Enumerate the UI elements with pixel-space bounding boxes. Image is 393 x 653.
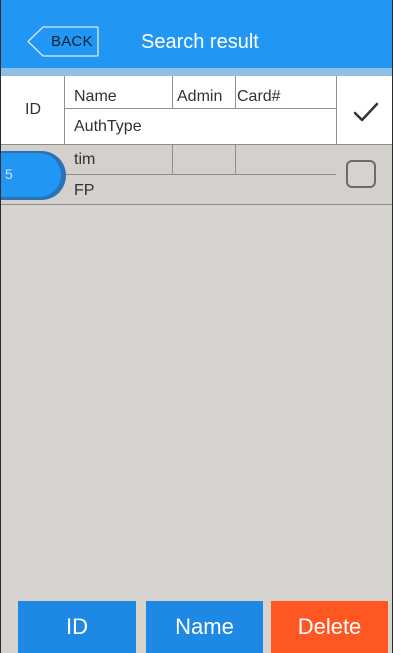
- table-row[interactable]: 5 tim FP: [1, 145, 392, 205]
- column-header-admin: Admin: [177, 88, 223, 105]
- table-divider: [235, 145, 236, 174]
- row-select-checkbox[interactable]: [346, 160, 376, 188]
- delete-button[interactable]: Delete: [271, 601, 388, 653]
- user-id-value: 5: [5, 166, 13, 182]
- table-divider: [336, 76, 337, 144]
- table-divider: [172, 145, 173, 174]
- table-divider: [64, 76, 65, 144]
- select-all-check-icon[interactable]: [353, 101, 379, 123]
- sort-by-id-button[interactable]: ID: [18, 601, 136, 653]
- top-app-bar: BACK Search result: [1, 0, 392, 68]
- back-button-label: BACK: [51, 33, 93, 50]
- header-divider: [1, 68, 392, 76]
- sort-by-name-button[interactable]: Name: [146, 601, 263, 653]
- user-authtype-cell: FP: [74, 182, 95, 199]
- bottom-action-bar: ID Name Delete: [1, 601, 392, 653]
- search-result-screen: BACK Search result ID Name Admin Card# A…: [0, 0, 393, 653]
- column-header-authtype: AuthType: [74, 118, 142, 135]
- table-divider: [64, 174, 336, 175]
- table-divider: [235, 76, 236, 108]
- column-header-id: ID: [25, 101, 41, 118]
- back-button[interactable]: BACK: [26, 26, 99, 57]
- column-header-card: Card#: [237, 88, 281, 105]
- table-divider: [64, 108, 336, 109]
- table-divider: [172, 76, 173, 108]
- user-id-badge-fill: 5: [1, 153, 61, 197]
- table-header: ID Name Admin Card# AuthType: [1, 76, 392, 145]
- page-title: Search result: [141, 31, 259, 53]
- user-name-cell: tim: [74, 151, 96, 168]
- column-header-name: Name: [74, 88, 117, 105]
- user-id-badge: 5: [1, 151, 66, 200]
